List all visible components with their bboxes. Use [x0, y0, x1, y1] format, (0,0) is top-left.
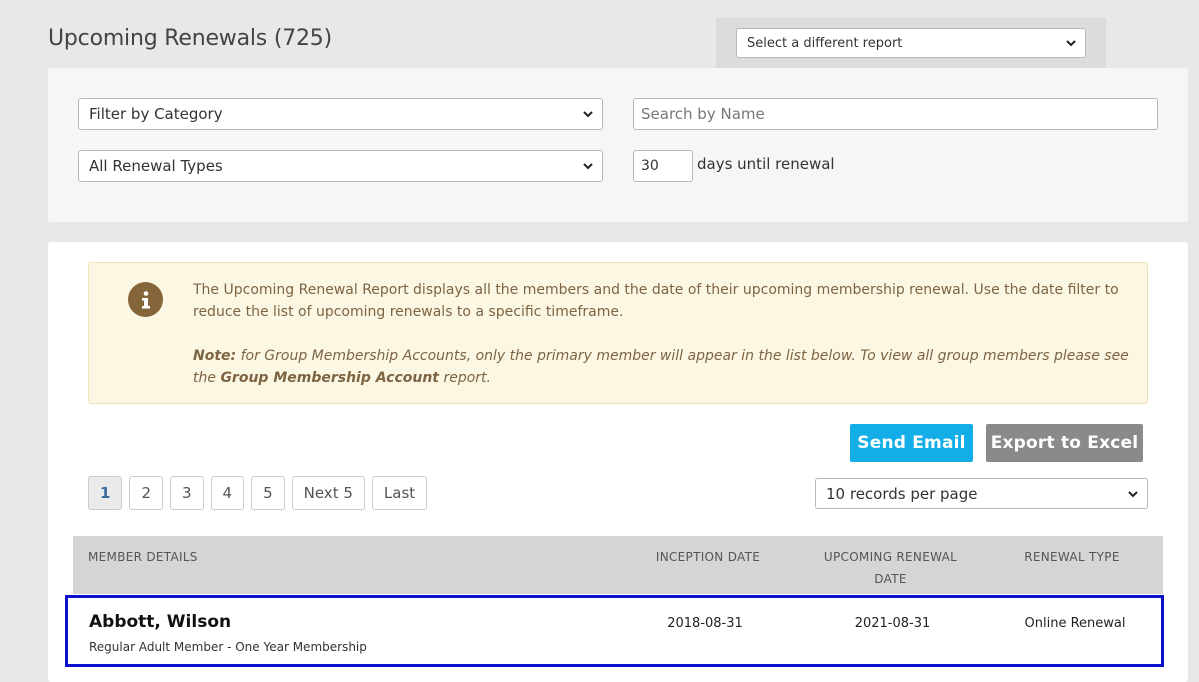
category-filter-value: Filter by Category	[89, 105, 223, 123]
renewal-date: 2021-08-31	[854, 616, 931, 631]
renewal-type: Online Renewal	[1024, 616, 1126, 631]
days-label: days until renewal	[697, 155, 835, 173]
table-header: MEMBER DETAILS INCEPTION DATE UPCOMING R…	[73, 536, 1163, 594]
renewal-type-value: All Renewal Types	[89, 157, 223, 175]
pagination: 1 2 3 4 5 Next 5 Last	[88, 476, 428, 510]
last-page-button[interactable]: Last	[371, 476, 428, 510]
renewal-type-select[interactable]: All Renewal Types	[78, 150, 603, 182]
report-panel: The Upcoming Renewal Report displays all…	[48, 242, 1188, 682]
records-per-page-select[interactable]: 10 records per page	[815, 478, 1148, 509]
export-excel-button[interactable]: Export to Excel	[986, 424, 1143, 462]
note-end: report.	[439, 370, 491, 386]
page-2-button[interactable]: 2	[129, 476, 163, 510]
days-input[interactable]: 30	[633, 150, 693, 182]
report-select-value: Select a different report	[747, 35, 903, 51]
page-1-button[interactable]: 1	[88, 476, 123, 510]
report-select-container: Select a different report	[716, 18, 1106, 68]
info-description: The Upcoming Renewal Report displays all…	[193, 282, 1119, 320]
chevron-down-icon	[583, 163, 593, 170]
column-upcoming-renewal-line2: DATE	[874, 572, 907, 586]
chevron-down-icon	[1128, 490, 1138, 497]
info-box: The Upcoming Renewal Report displays all…	[88, 262, 1148, 404]
column-inception-date[interactable]: INCEPTION DATE	[648, 546, 768, 568]
report-select[interactable]: Select a different report	[736, 28, 1086, 58]
column-upcoming-renewal-date[interactable]: UPCOMING RENEWAL DATE	[813, 546, 968, 590]
table-row[interactable]: Abbott, Wilson Regular Adult Member - On…	[65, 595, 1164, 667]
next-5-button[interactable]: Next 5	[291, 476, 365, 510]
inception-date: 2018-08-31	[667, 616, 743, 631]
info-icon	[128, 282, 163, 317]
page-title: Upcoming Renewals (725)	[48, 26, 332, 51]
group-membership-account-link: Group Membership Account	[220, 370, 439, 386]
column-upcoming-renewal-line1: UPCOMING RENEWAL	[823, 550, 958, 564]
member-name[interactable]: Abbott, Wilson	[89, 612, 231, 632]
page-5-button[interactable]: 5	[251, 476, 285, 510]
search-name-input[interactable]: Search by Name	[633, 98, 1158, 130]
category-filter-select[interactable]: Filter by Category	[78, 98, 603, 130]
note-label: Note:	[193, 348, 237, 364]
column-renewal-type[interactable]: RENEWAL TYPE	[1003, 546, 1141, 568]
chevron-down-icon	[583, 111, 593, 118]
records-per-page-value: 10 records per page	[826, 484, 978, 503]
filter-panel: Filter by Category Search by Name All Re…	[48, 68, 1188, 222]
chevron-down-icon	[1066, 40, 1076, 47]
info-text: The Upcoming Renewal Report displays all…	[193, 279, 1135, 389]
page-4-button[interactable]: 4	[210, 476, 245, 510]
column-member-details[interactable]: MEMBER DETAILS	[88, 546, 198, 568]
page-3-button[interactable]: 3	[169, 476, 204, 510]
info-note: Note: for Group Membership Accounts, onl…	[193, 345, 1135, 389]
send-email-button[interactable]: Send Email	[850, 424, 973, 462]
membership-description: Regular Adult Member - One Year Membersh…	[89, 640, 367, 654]
